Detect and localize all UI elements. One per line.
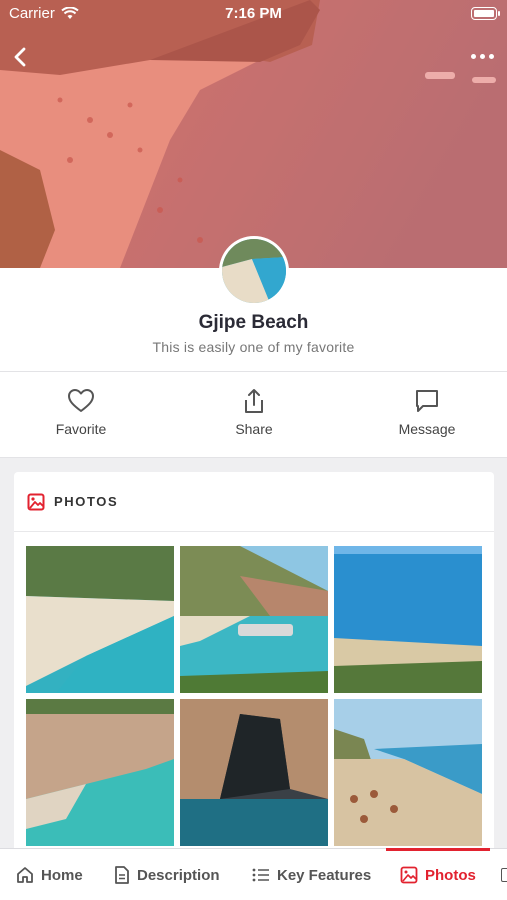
share-icon [245, 389, 263, 413]
photo-thumbnail[interactable] [26, 546, 174, 693]
photos-card: PHOTOS [14, 472, 494, 852]
photos-title: PHOTOS [54, 494, 119, 509]
photo-thumbnail[interactable] [334, 699, 482, 846]
image-icon [400, 866, 418, 884]
tab-label: Home [41, 866, 83, 884]
document-icon [115, 866, 129, 884]
share-button[interactable]: Share [199, 388, 309, 437]
message-button[interactable]: Message [372, 388, 482, 437]
tab-description[interactable]: Description [114, 849, 220, 900]
hero-image [0, 0, 507, 268]
more-button[interactable] [467, 46, 497, 66]
image-icon [27, 493, 45, 510]
place-description: This is easily one of my favorite [152, 339, 355, 355]
tab-overflow-icon[interactable] [501, 868, 507, 882]
heart-icon [68, 389, 94, 412]
home-icon [17, 867, 33, 883]
more-dot-icon [479, 53, 485, 59]
status-bar: Carrier 7:16 PM [0, 0, 507, 28]
photo-thumbnail[interactable] [180, 546, 328, 693]
tab-home[interactable]: Home [16, 849, 83, 900]
chevron-left-icon [14, 47, 26, 67]
share-label: Share [235, 421, 273, 437]
tab-key-features[interactable]: Key Features [252, 849, 371, 900]
message-icon [416, 390, 438, 412]
tab-label: Description [137, 866, 220, 884]
avatar [219, 236, 289, 306]
favorite-label: Favorite [55, 421, 107, 437]
tab-label: Photos [425, 866, 476, 884]
photo-thumbnail[interactable] [26, 699, 174, 846]
battery-icon [471, 7, 500, 20]
list-icon [252, 868, 269, 882]
bottom-tab-bar: Home Description Key Features Photos [0, 848, 507, 900]
photos-header: PHOTOS [14, 472, 494, 532]
tab-photos[interactable]: Photos [386, 848, 490, 900]
photo-thumbnail[interactable] [180, 699, 328, 846]
back-button[interactable] [8, 44, 34, 70]
more-dot-icon [488, 53, 494, 59]
place-title: Gjipe Beach [198, 312, 309, 333]
tab-label: Key Features [277, 866, 372, 884]
photo-thumbnail[interactable] [334, 546, 482, 693]
favorite-button[interactable]: Favorite [26, 388, 136, 437]
more-dot-icon [470, 53, 476, 59]
message-label: Message [398, 421, 456, 437]
status-time: 7:16 PM [225, 5, 282, 22]
active-tab-indicator [386, 848, 490, 851]
action-bar: Favorite Share Message [0, 372, 507, 458]
